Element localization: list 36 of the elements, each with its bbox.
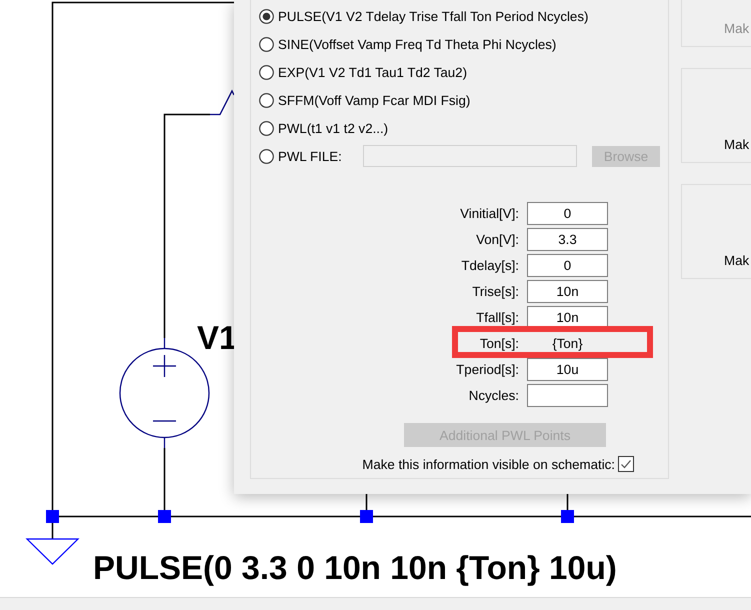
field-label: Ncycles: — [468, 388, 519, 403]
radio-icon[interactable] — [259, 64, 274, 80]
radio-icon[interactable] — [259, 8, 274, 24]
radio-option[interactable]: SINE(Voffset Vamp Freq Td Theta Phi Ncycles) — [259, 36, 556, 52]
text-field[interactable]: {Ton} — [527, 332, 608, 355]
field-label: Tfall[s]: — [475, 310, 519, 325]
ground-symbol — [26, 538, 80, 565]
radio-icon[interactable] — [259, 92, 274, 108]
text-field[interactable]: 3.3 — [527, 228, 608, 251]
text-field[interactable]: 10u — [527, 358, 608, 381]
checkbox-label: Mak — [724, 253, 750, 268]
radio-option[interactable]: PULSE(V1 V2 Tdelay Trise Tfall Ton Period Ncycles) — [259, 8, 588, 24]
text-field[interactable]: 0 — [527, 254, 608, 277]
checkbox-label: Make this information visible on schematic: — [362, 456, 615, 472]
field-label: Ton[s]: — [478, 336, 519, 351]
radio-icon[interactable] — [259, 36, 274, 52]
checkbox-label: Mak — [724, 137, 750, 152]
text-field[interactable]: 0 — [527, 202, 608, 225]
text-field[interactable]: 10n — [527, 280, 608, 303]
radio-option[interactable]: PWL FILE: — [259, 148, 357, 164]
checkbox-label: Mak — [724, 21, 750, 36]
schematic-label: PULSE(0 3.3 0 10n 10n {Ton} 10u) — [93, 551, 617, 584]
checkbox[interactable] — [618, 456, 634, 472]
field-label: Tperiod[s]: — [455, 362, 519, 377]
resistor-drawing — [210, 90, 235, 116]
radio-option[interactable]: PWL(t1 v1 t2 v2...) — [259, 120, 388, 136]
radio-icon[interactable] — [259, 148, 274, 164]
text-field[interactable] — [527, 384, 608, 407]
field-label: Trise[s]: — [471, 284, 519, 299]
radio-icon[interactable] — [259, 120, 274, 136]
field-label: Vinitial[V]: — [459, 206, 519, 221]
field-label: Von[V]: — [475, 232, 519, 247]
radio-option[interactable]: EXP(V1 V2 Td1 Tau1 Td2 Tau2) — [259, 64, 467, 80]
radio-option[interactable]: SFFM(Voff Vamp Fcar MDI Fsig) — [259, 92, 470, 108]
schematic-label: V1 — [197, 321, 238, 354]
field-label: Tdelay[s]: — [460, 258, 519, 273]
